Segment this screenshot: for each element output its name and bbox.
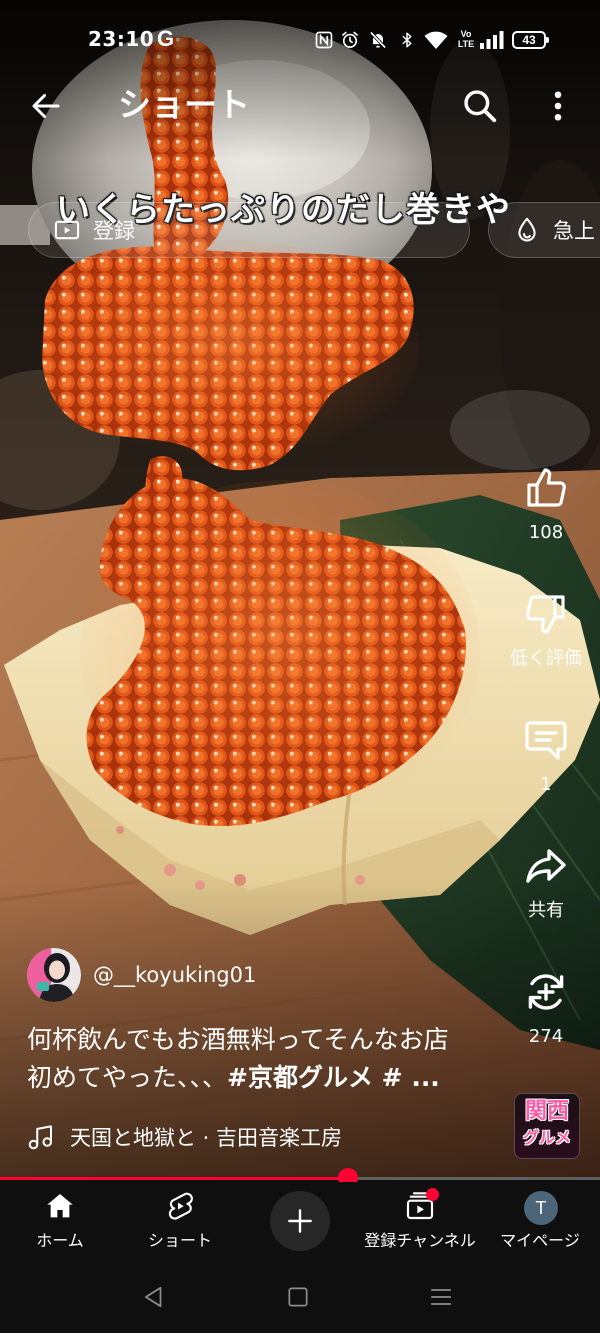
nav-subscriptions[interactable]: 登録チャンネル bbox=[360, 1182, 480, 1262]
comment-icon bbox=[525, 721, 567, 760]
plus-icon bbox=[288, 1209, 312, 1233]
progress-played bbox=[0, 1177, 348, 1180]
channel-handle[interactable]: @__koyuking01 bbox=[93, 962, 256, 988]
shorts-screen: いくらたっぷりのだし巻きや 23:10 G Vo LTE 43 ショート 登録 … bbox=[0, 0, 600, 1333]
nav-create[interactable] bbox=[240, 1182, 360, 1262]
music-title: 天国と地獄と · 吉田音楽工房 bbox=[70, 1126, 343, 1150]
playlist-play-icon bbox=[54, 220, 80, 240]
dislike-button[interactable]: 低く評価 bbox=[501, 590, 591, 670]
status-time: 23:10 bbox=[88, 27, 155, 51]
search-icon bbox=[464, 90, 497, 123]
nav-home-icon[interactable] bbox=[285, 1284, 311, 1310]
bottom-navigation: ホーム ショート 登録チャンネル T マイページ bbox=[0, 1182, 600, 1262]
like-count: 108 bbox=[528, 522, 564, 543]
description-text: 初めてやった、、、 bbox=[27, 1063, 228, 1092]
remix-count: 274 bbox=[528, 1026, 564, 1047]
nav-recents-icon[interactable] bbox=[428, 1284, 454, 1310]
profile-avatar: T bbox=[524, 1191, 558, 1225]
share-label: 共有 bbox=[528, 900, 564, 921]
nav-shorts[interactable]: ショート bbox=[120, 1182, 240, 1262]
thumb-up-icon bbox=[527, 468, 566, 507]
search-button[interactable] bbox=[458, 84, 502, 128]
trending-flame-icon bbox=[518, 217, 536, 242]
dislike-label: 低く評価 bbox=[510, 648, 582, 669]
nfc-icon bbox=[314, 30, 334, 50]
share-icon bbox=[526, 849, 566, 883]
create-button[interactable] bbox=[270, 1191, 330, 1251]
comments-button[interactable]: 1 bbox=[501, 716, 591, 796]
signal-icon bbox=[479, 30, 505, 50]
home-icon bbox=[47, 1194, 73, 1218]
share-button[interactable]: 共有 bbox=[501, 842, 591, 922]
battery-level: 43 bbox=[512, 31, 546, 49]
sound-thumbnail-line-1: 関西 bbox=[524, 1099, 569, 1124]
more-options-button[interactable] bbox=[538, 84, 578, 128]
comment-count: 1 bbox=[540, 774, 552, 795]
wifi-icon bbox=[424, 30, 448, 50]
like-button[interactable]: 108 bbox=[501, 464, 591, 544]
sound-thumbnail[interactable]: 関西 グルメ bbox=[514, 1093, 580, 1159]
nav-home[interactable]: ホーム bbox=[0, 1182, 120, 1262]
nav-subscriptions-label: 登録チャンネル bbox=[364, 1231, 476, 1250]
volte-bottom: LTE bbox=[457, 39, 475, 49]
music-row[interactable]: 天国と地獄と · 吉田音楽工房 bbox=[26, 1122, 466, 1154]
chip-trending[interactable]: 急上 bbox=[488, 202, 600, 258]
description-line-2: 初めてやった、、、#京都グルメ # ... bbox=[27, 1059, 507, 1097]
description-hashtags[interactable]: #京都グルメ # ... bbox=[227, 1063, 440, 1092]
nav-home-label: ホーム bbox=[36, 1231, 84, 1250]
top-gradient-overlay bbox=[0, 0, 600, 160]
more-vert-icon bbox=[554, 91, 562, 121]
battery-icon: 43 bbox=[512, 30, 550, 50]
back-arrow-icon bbox=[32, 94, 60, 118]
shorts-icon bbox=[168, 1192, 193, 1220]
nav-profile[interactable]: T マイページ bbox=[480, 1182, 600, 1262]
subscriptions-badge bbox=[426, 1188, 439, 1201]
video-progress-bar[interactable] bbox=[0, 1168, 600, 1188]
nav-profile-label: マイページ bbox=[500, 1231, 580, 1250]
mute-icon bbox=[368, 30, 388, 50]
chip-label: 登録 bbox=[93, 219, 135, 243]
alarm-icon bbox=[340, 30, 360, 50]
description-line-1: 何杯飲んでもお酒無料ってそんなお店 bbox=[27, 1025, 449, 1054]
volte-icon: Vo LTE bbox=[456, 29, 476, 51]
bluetooth-icon bbox=[398, 30, 416, 50]
thumb-down-icon bbox=[526, 595, 565, 634]
remix-button[interactable]: 274 bbox=[501, 968, 591, 1048]
chip-subscriptions[interactable]: 登録 bbox=[28, 202, 470, 258]
nav-shorts-label: ショート bbox=[147, 1231, 212, 1250]
back-button[interactable] bbox=[24, 84, 68, 128]
nav-back-icon[interactable] bbox=[141, 1284, 167, 1310]
system-navigation-bar bbox=[0, 1262, 600, 1333]
google-icon: G bbox=[157, 26, 175, 51]
music-note-icon bbox=[28, 1125, 52, 1150]
video-description[interactable]: 何杯飲んでもお酒無料ってそんなお店 初めてやった、、、#京都グルメ # ... bbox=[27, 1021, 507, 1097]
channel-avatar[interactable] bbox=[27, 948, 81, 1002]
sound-thumbnail-line-2: グルメ bbox=[522, 1128, 571, 1147]
remix-icon bbox=[528, 974, 564, 1010]
page-title: ショート bbox=[118, 85, 250, 124]
chip-label: 急上 bbox=[553, 219, 595, 243]
volte-top: Vo bbox=[460, 29, 472, 39]
